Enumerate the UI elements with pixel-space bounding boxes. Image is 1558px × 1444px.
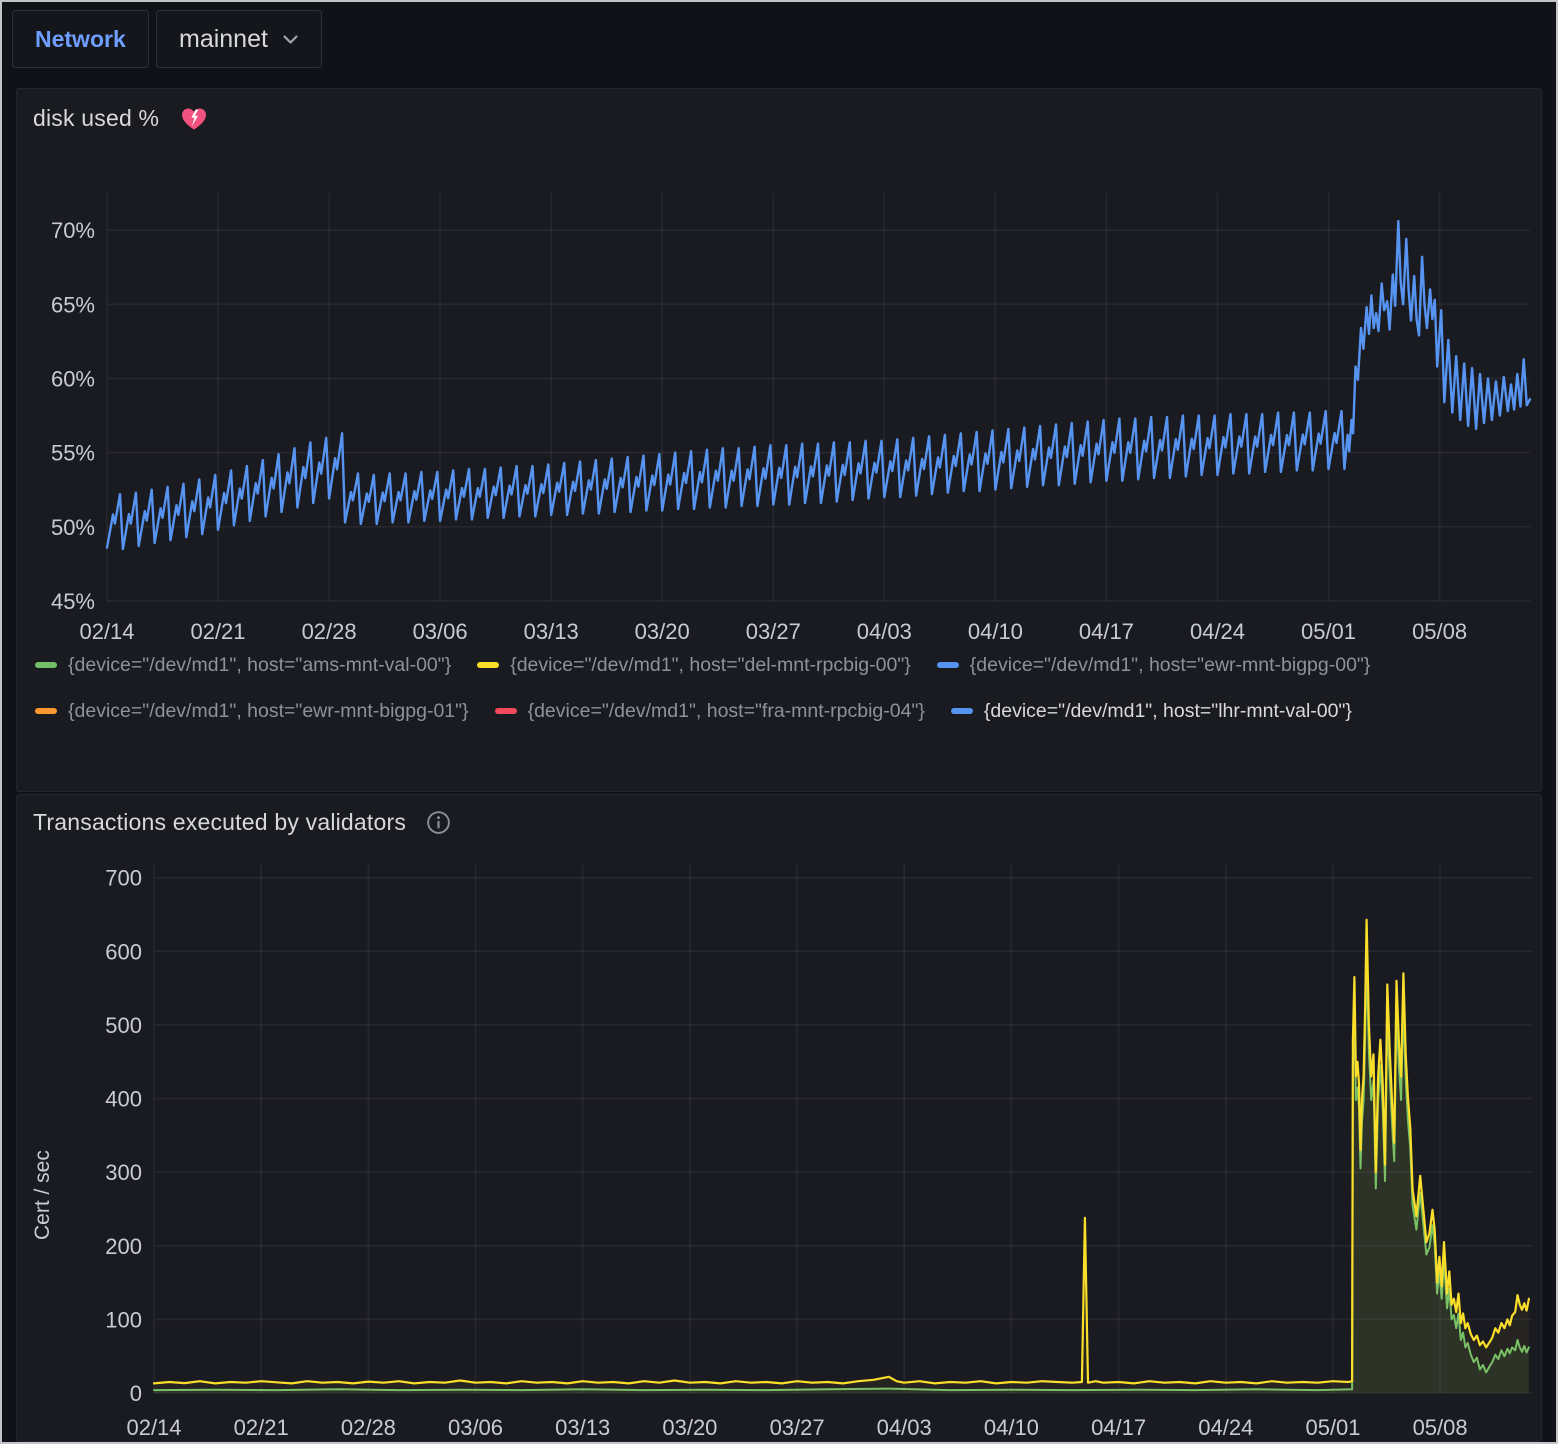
svg-text:60%: 60% <box>51 367 95 392</box>
legend-item-ewr-mnt-bigpg-01[interactable]: {device="/dev/md1", host="ewr-mnt-bigpg-… <box>35 697 469 725</box>
disk-used-panel-title[interactable]: disk used % <box>33 105 159 132</box>
svg-text:03/06: 03/06 <box>448 1415 503 1440</box>
series-color-swatch <box>477 662 499 668</box>
svg-text:65%: 65% <box>51 292 95 317</box>
svg-text:55%: 55% <box>51 441 95 466</box>
svg-text:03/27: 03/27 <box>746 619 801 644</box>
legend-label: {device="/dev/md1", host="fra-mnt-rpcbig… <box>528 700 925 723</box>
svg-text:05/08: 05/08 <box>1412 619 1467 644</box>
svg-text:0: 0 <box>130 1381 142 1406</box>
legend-label: {device="/dev/md1", host="ewr-mnt-bigpg-… <box>970 654 1371 677</box>
legend-item-ewr-mnt-bigpg-00[interactable]: {device="/dev/md1", host="ewr-mnt-bigpg-… <box>937 651 1371 679</box>
svg-text:700: 700 <box>105 866 142 891</box>
series-color-swatch <box>951 708 973 714</box>
legend-item-fra-mnt-rpcbig-04[interactable]: {device="/dev/md1", host="fra-mnt-rpcbig… <box>495 697 925 725</box>
network-variable-label: Network <box>35 26 126 53</box>
network-variable-label-box: Network <box>12 10 149 68</box>
network-variable-select[interactable]: mainnet <box>156 10 322 68</box>
series-color-swatch <box>35 708 57 714</box>
chevron-down-icon <box>282 34 299 45</box>
info-icon[interactable] <box>426 810 451 835</box>
disk-used-chart[interactable]: 45% 50% 55% 60% 65% 70% 02/14 02/21 02/28 03/06 03… <box>17 173 1545 651</box>
svg-text:04/17: 04/17 <box>1091 1415 1146 1440</box>
legend-label: {device="/dev/md1", host="ewr-mnt-bigpg-… <box>68 700 469 723</box>
svg-text:03/13: 03/13 <box>555 1415 610 1440</box>
series-color-swatch <box>495 708 517 714</box>
svg-text:03/20: 03/20 <box>635 619 690 644</box>
svg-text:04/24: 04/24 <box>1198 1415 1253 1440</box>
svg-text:45%: 45% <box>51 589 95 614</box>
svg-text:04/10: 04/10 <box>968 619 1023 644</box>
legend-label: {device="/dev/md1", host="del-mnt-rpcbig… <box>510 654 911 677</box>
svg-text:03/27: 03/27 <box>770 1415 825 1440</box>
svg-text:04/24: 04/24 <box>1190 619 1245 644</box>
svg-text:02/14: 02/14 <box>79 619 134 644</box>
svg-text:05/08: 05/08 <box>1413 1415 1468 1440</box>
transactions-panel-header: Transactions executed by validators <box>17 795 1541 836</box>
svg-text:70%: 70% <box>51 218 95 243</box>
svg-text:02/21: 02/21 <box>190 619 245 644</box>
disk-used-panel: disk used % 45% 50% 55% 60% 65% 70% 02/14 02/21… <box>16 88 1542 792</box>
svg-text:50%: 50% <box>51 515 95 540</box>
svg-text:04/17: 04/17 <box>1079 619 1134 644</box>
svg-text:04/03: 04/03 <box>877 1415 932 1440</box>
transactions-chart[interactable]: 0 100 200 300 400 500 600 700 02/14 02/21 02/28 03/… <box>17 851 1545 1443</box>
broken-heart-icon <box>179 103 209 133</box>
svg-text:400: 400 <box>105 1087 142 1112</box>
legend-item-ams-mnt-val-00[interactable]: {device="/dev/md1", host="ams-mnt-val-00… <box>35 651 451 679</box>
legend-item-lhr-mnt-val-00[interactable]: {device="/dev/md1", host="lhr-mnt-val-00… <box>951 697 1352 725</box>
svg-text:03/20: 03/20 <box>662 1415 717 1440</box>
svg-text:100: 100 <box>105 1307 142 1332</box>
svg-text:03/13: 03/13 <box>524 619 579 644</box>
disk-used-legend: {device="/dev/md1", host="ams-mnt-val-00… <box>35 651 1529 725</box>
svg-text:02/28: 02/28 <box>341 1415 396 1440</box>
transactions-panel: Transactions executed by validators Cert… <box>16 794 1542 1442</box>
variables-toolbar: Network mainnet <box>2 2 1556 86</box>
disk-used-panel-header: disk used % <box>17 89 1541 133</box>
series-color-swatch <box>937 662 959 668</box>
svg-text:02/28: 02/28 <box>302 619 357 644</box>
svg-text:02/14: 02/14 <box>126 1415 181 1440</box>
svg-text:200: 200 <box>105 1234 142 1259</box>
svg-text:600: 600 <box>105 939 142 964</box>
svg-text:500: 500 <box>105 1013 142 1038</box>
network-variable-value: mainnet <box>179 25 268 54</box>
svg-text:05/01: 05/01 <box>1301 619 1356 644</box>
svg-text:02/21: 02/21 <box>234 1415 289 1440</box>
svg-text:03/06: 03/06 <box>413 619 468 644</box>
svg-text:05/01: 05/01 <box>1305 1415 1360 1440</box>
legend-item-del-mnt-rpcbig-00[interactable]: {device="/dev/md1", host="del-mnt-rpcbig… <box>477 651 911 679</box>
grafana-dashboard: Network mainnet disk used % 45% 50% 55% 60%… <box>0 0 1558 1444</box>
svg-text:04/03: 04/03 <box>857 619 912 644</box>
svg-text:300: 300 <box>105 1160 142 1185</box>
transactions-panel-title[interactable]: Transactions executed by validators <box>33 809 406 836</box>
legend-label: {device="/dev/md1", host="ams-mnt-val-00… <box>68 654 451 677</box>
series-color-swatch <box>35 662 57 668</box>
legend-label: {device="/dev/md1", host="lhr-mnt-val-00… <box>984 700 1352 723</box>
svg-text:04/10: 04/10 <box>984 1415 1039 1440</box>
